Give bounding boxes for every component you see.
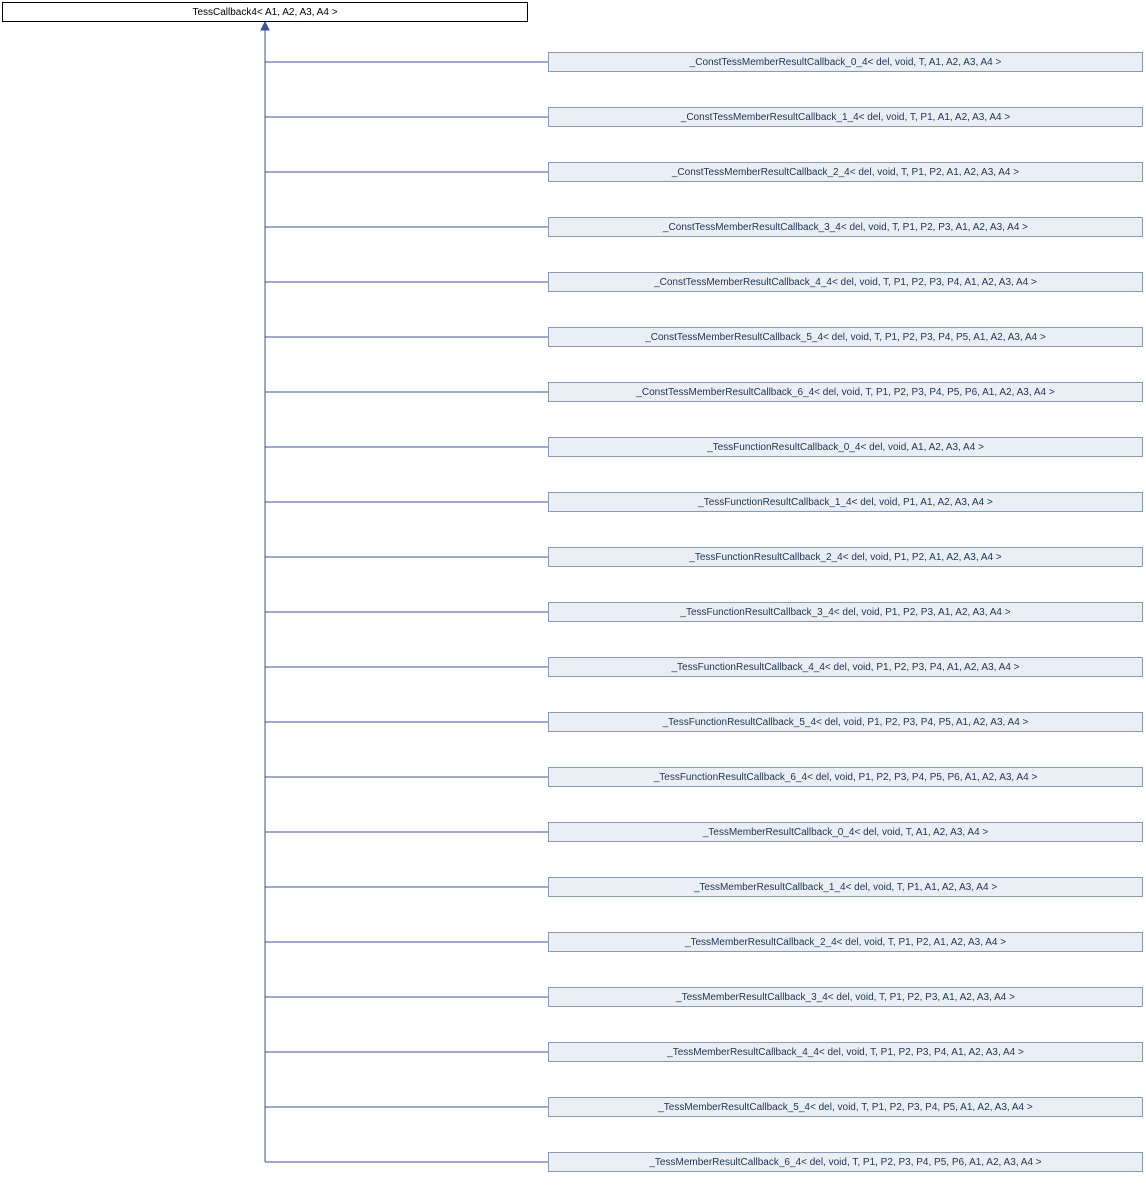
derived-class-node[interactable]: _TessMemberResultCallback_2_4< del, void…: [548, 932, 1143, 952]
derived-class-node[interactable]: _TessMemberResultCallback_6_4< del, void…: [548, 1152, 1143, 1172]
derived-class-node[interactable]: _TessMemberResultCallback_3_4< del, void…: [548, 987, 1143, 1007]
derived-class-node[interactable]: _TessFunctionResultCallback_5_4< del, vo…: [548, 712, 1143, 732]
derived-class-node[interactable]: _ConstTessMemberResultCallback_5_4< del,…: [548, 327, 1143, 347]
derived-class-node[interactable]: _TessMemberResultCallback_1_4< del, void…: [548, 877, 1143, 897]
derived-class-node[interactable]: _TessFunctionResultCallback_4_4< del, vo…: [548, 657, 1143, 677]
derived-class-node[interactable]: _TessMemberResultCallback_4_4< del, void…: [548, 1042, 1143, 1062]
derived-class-node[interactable]: _ConstTessMemberResultCallback_1_4< del,…: [548, 107, 1143, 127]
root-class-node[interactable]: TessCallback4< A1, A2, A3, A4 >: [2, 2, 528, 22]
derived-class-node[interactable]: _ConstTessMemberResultCallback_4_4< del,…: [548, 272, 1143, 292]
derived-class-node[interactable]: _TessFunctionResultCallback_6_4< del, vo…: [548, 767, 1143, 787]
derived-class-node[interactable]: _TessMemberResultCallback_0_4< del, void…: [548, 822, 1143, 842]
derived-class-node[interactable]: _TessMemberResultCallback_5_4< del, void…: [548, 1097, 1143, 1117]
derived-class-node[interactable]: _ConstTessMemberResultCallback_6_4< del,…: [548, 382, 1143, 402]
derived-class-node[interactable]: _TessFunctionResultCallback_1_4< del, vo…: [548, 492, 1143, 512]
derived-class-node[interactable]: _ConstTessMemberResultCallback_2_4< del,…: [548, 162, 1143, 182]
inheritance-diagram: TessCallback4< A1, A2, A3, A4 > _ConstTe…: [0, 0, 1146, 1200]
derived-class-node[interactable]: _TessFunctionResultCallback_3_4< del, vo…: [548, 602, 1143, 622]
derived-class-node[interactable]: _TessFunctionResultCallback_2_4< del, vo…: [548, 547, 1143, 567]
derived-class-node[interactable]: _ConstTessMemberResultCallback_0_4< del,…: [548, 52, 1143, 72]
derived-class-node[interactable]: _TessFunctionResultCallback_0_4< del, vo…: [548, 437, 1143, 457]
derived-class-node[interactable]: _ConstTessMemberResultCallback_3_4< del,…: [548, 217, 1143, 237]
